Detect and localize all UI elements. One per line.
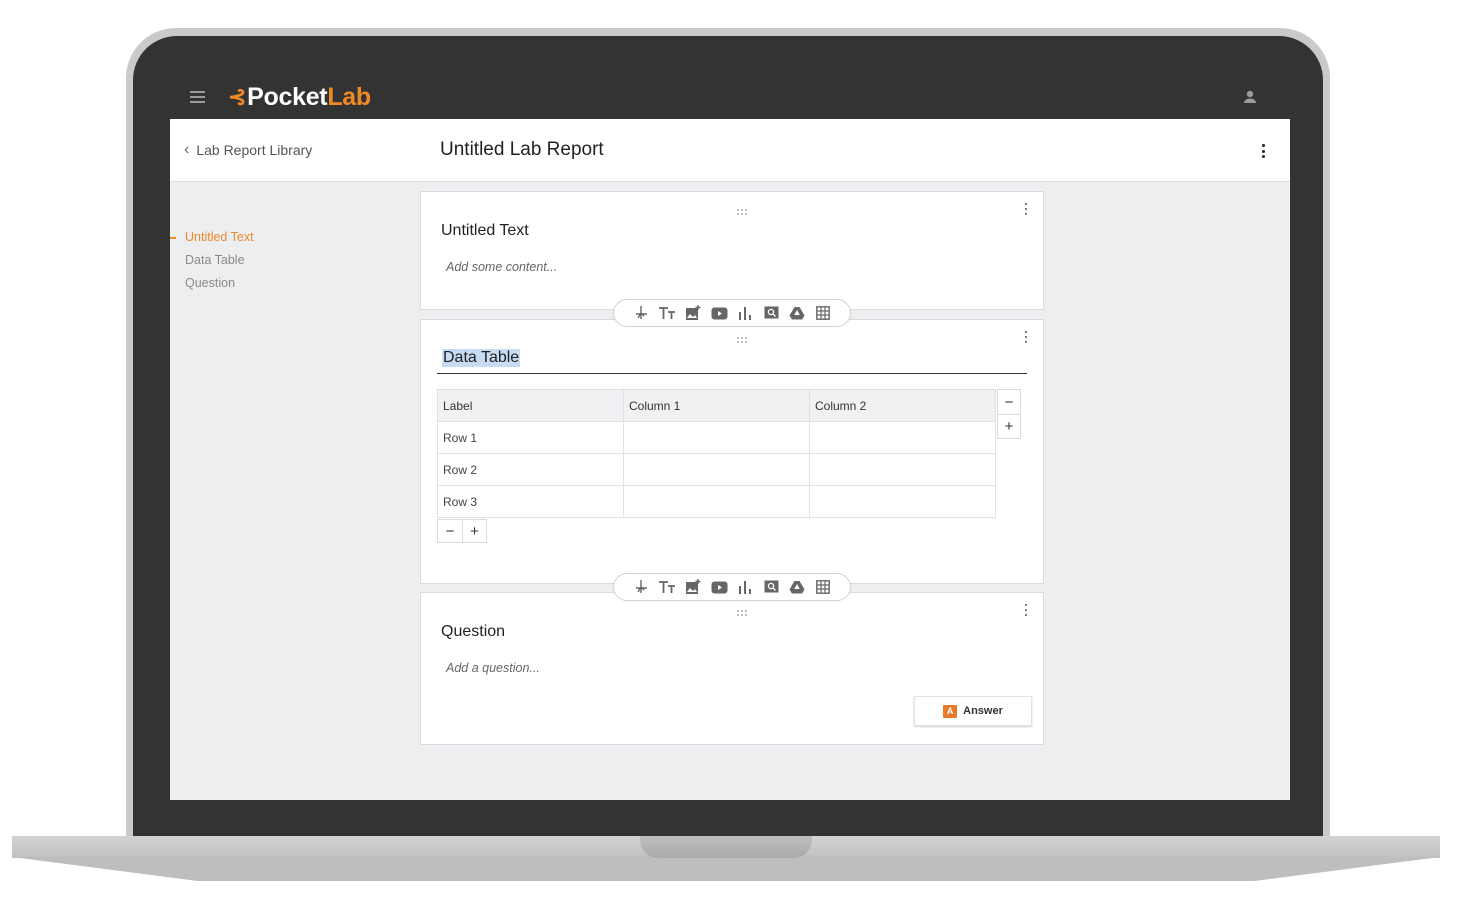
table-row: Row 2 <box>437 453 996 486</box>
row-label[interactable]: Row 1 <box>437 421 624 454</box>
outline-item-question[interactable]: Question <box>170 275 410 298</box>
back-to-library-link[interactable]: ‹ Lab Report Library <box>184 141 312 159</box>
add-column-button[interactable]: + <box>998 414 1020 438</box>
remove-column-button[interactable]: − <box>998 390 1020 414</box>
page-title: Untitled Lab Report <box>440 139 604 160</box>
header-label[interactable]: Label <box>437 389 624 422</box>
drag-handle-icon[interactable] <box>736 208 748 216</box>
outline-item-data-table[interactable]: Data Table <box>170 252 410 275</box>
data-table-card: Data Table Label Column 1 Column 2 Row 1… <box>420 319 1044 584</box>
answer-button-label: Answer <box>963 705 1003 717</box>
table-cell[interactable] <box>809 453 996 486</box>
question-block-menu-icon[interactable] <box>1023 604 1029 616</box>
text-block-menu-icon[interactable] <box>1023 203 1029 215</box>
logo-mark-icon: ⊰ <box>228 84 247 109</box>
bar-chart-icon[interactable] <box>736 578 754 596</box>
drive-icon[interactable] <box>788 578 806 596</box>
video-icon[interactable] <box>710 578 728 596</box>
add-row-button[interactable]: + <box>462 520 486 542</box>
outline-nav: Untitled Text Data Table Question <box>170 229 410 298</box>
table-icon[interactable] <box>814 304 832 322</box>
video-icon[interactable] <box>710 304 728 322</box>
drag-handle-icon[interactable] <box>736 336 748 344</box>
row-label[interactable]: Row 2 <box>437 453 624 486</box>
drive-icon[interactable] <box>788 304 806 322</box>
table-icon[interactable] <box>814 578 832 596</box>
logo-text-lab: Lab <box>327 82 371 111</box>
user-icon[interactable] <box>1242 89 1258 105</box>
answer-icon: A <box>943 704 958 718</box>
logo-text-pocket: Pocket <box>247 82 328 111</box>
table-cell[interactable] <box>623 485 810 518</box>
text-block-content-input[interactable]: Add some content... <box>446 260 557 274</box>
table-cell[interactable] <box>623 453 810 486</box>
text-icon[interactable] <box>658 304 676 322</box>
data-table-title[interactable]: Data Table <box>442 349 521 367</box>
question-block-title[interactable]: Question <box>441 623 505 641</box>
drag-handle-icon[interactable] <box>736 609 748 617</box>
text-block-title[interactable]: Untitled Text <box>441 222 529 240</box>
table-cell[interactable] <box>623 421 810 454</box>
data-table-title-field[interactable]: Data Table <box>437 348 1027 374</box>
row-controls: − + <box>437 519 487 543</box>
insert-toolbar <box>613 299 851 327</box>
question-block-card: Question Add a question... A Answer <box>420 592 1044 745</box>
row-label[interactable]: Row 3 <box>437 485 624 518</box>
outline-item-untitled-text[interactable]: Untitled Text <box>170 229 410 252</box>
zoom-icon[interactable] <box>762 304 780 322</box>
page-header: ‹ Lab Report Library Untitled Lab Report <box>170 119 1290 182</box>
laptop-base-bottom <box>12 857 1440 881</box>
column-controls: − + <box>997 389 1021 439</box>
text-icon[interactable] <box>658 578 676 596</box>
logo: ⊰ Pocket Lab <box>228 82 371 112</box>
graph-icon[interactable] <box>632 578 650 596</box>
laptop-notch <box>640 836 812 858</box>
more-options-icon[interactable] <box>1256 141 1270 161</box>
answer-button[interactable]: A Answer <box>914 696 1032 726</box>
add-image-icon[interactable] <box>684 578 702 596</box>
back-link-label: Lab Report Library <box>196 142 313 158</box>
remove-row-button[interactable]: − <box>438 520 462 542</box>
graph-icon[interactable] <box>632 304 650 322</box>
insert-toolbar <box>613 573 851 601</box>
hamburger-icon[interactable] <box>190 91 205 103</box>
data-table-menu-icon[interactable] <box>1023 331 1029 343</box>
text-block-card: Untitled Text Add some content... <box>420 191 1044 310</box>
header-column-1[interactable]: Column 1 <box>623 389 810 422</box>
header-column-2[interactable]: Column 2 <box>809 389 996 422</box>
table-row: Row 3 <box>437 485 996 518</box>
table-cell[interactable] <box>809 485 996 518</box>
bar-chart-icon[interactable] <box>736 304 754 322</box>
app-screen: ‹ Lab Report Library Untitled Lab Report… <box>170 119 1290 800</box>
table-row: Row 1 <box>437 421 996 454</box>
zoom-icon[interactable] <box>762 578 780 596</box>
table-cell[interactable] <box>809 421 996 454</box>
add-image-icon[interactable] <box>684 304 702 322</box>
question-input[interactable]: Add a question... <box>446 661 540 675</box>
chevron-left-icon: ‹ <box>184 141 190 158</box>
table-header-row: Label Column 1 Column 2 <box>437 389 996 422</box>
data-table: Label Column 1 Column 2 Row 1 Row 2 Row … <box>437 389 996 518</box>
app-bar: ⊰ Pocket Lab <box>170 76 1290 119</box>
